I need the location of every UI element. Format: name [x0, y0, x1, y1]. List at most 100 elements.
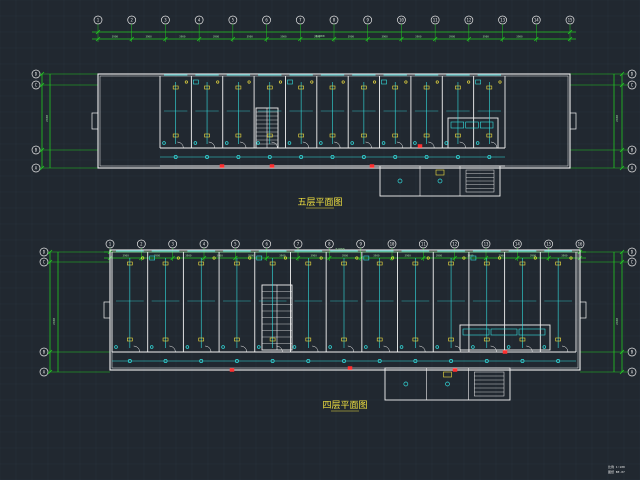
corner-note-line-2: 图纸 BE-07	[608, 469, 625, 474]
socket-outlet	[114, 345, 118, 349]
socket-outlet	[257, 345, 261, 349]
bay-dimension-text: 3900	[311, 254, 318, 258]
door-swing	[271, 141, 278, 149]
door-swing	[428, 141, 435, 149]
axis-label: 13	[484, 242, 489, 247]
axis-label: 6	[265, 242, 268, 247]
fourth-floor-left-dim-1: 2400	[52, 318, 56, 325]
socket-outlet	[471, 345, 475, 349]
highlight-marker	[269, 164, 275, 168]
axis-label: 6	[265, 18, 268, 23]
fifth-floor-right-dim-1: 2400	[615, 115, 619, 122]
door-swing	[334, 141, 341, 149]
bay-dimension-text: 3900	[436, 254, 443, 258]
fourth-floor-walls	[103, 249, 587, 401]
switch	[467, 80, 471, 84]
socket-outlet	[185, 345, 190, 349]
axis-label: 12	[452, 242, 457, 247]
axis-label: 11	[421, 242, 426, 247]
axis-label: 10	[399, 18, 404, 23]
bay-dimension-text: 3900	[405, 254, 412, 258]
axis-label: 9	[367, 18, 370, 23]
highlight-marker	[502, 350, 508, 354]
door-swing	[312, 345, 319, 353]
axis-label: 5	[232, 18, 235, 23]
axis-label: 7	[299, 18, 302, 23]
door-swing	[240, 345, 248, 353]
bay-dimension-text: 3900	[467, 254, 474, 258]
fourth-floor-title: 四层平面图	[322, 400, 367, 411]
bay-dimension-text: 3900	[561, 254, 568, 258]
left-axis-label: A	[35, 166, 38, 171]
toilet-fixture	[462, 328, 490, 336]
right-axis-label: D	[631, 250, 634, 255]
axis-label: 1	[109, 242, 112, 247]
right-axis-label: A	[631, 370, 634, 375]
axis-label: 1	[97, 18, 100, 23]
bay-dimension-text: 3900	[179, 35, 186, 39]
highlight-marker	[452, 368, 458, 372]
switch	[216, 80, 220, 84]
bay-dimension-text: 3900	[217, 254, 224, 258]
switch	[278, 80, 283, 84]
highlight-marker	[347, 366, 353, 370]
axis-label: 13	[500, 18, 505, 23]
door-swing	[526, 345, 533, 353]
door-swing	[302, 141, 310, 149]
toilet-fixture	[490, 328, 518, 336]
axis-label: 4	[198, 18, 201, 23]
cad-drawing-canvas: 1 2 3 4 5 6 7 8 9 10 11 12 13 14 153900 3900 3900 3900 390…	[0, 0, 640, 480]
bay-dimension-text: 3900	[373, 254, 380, 258]
fourth-floor-electrical-layout	[112, 255, 576, 397]
switch	[404, 80, 408, 84]
socket-outlet	[149, 345, 154, 349]
fourth-floor-plan: 1 2 3 4 5 6 7 8 9 10 11 12 13 14 15 163900 3900 3900 3900 3…	[39, 239, 637, 412]
axis-label: 4	[203, 242, 206, 247]
building-inner-outline	[111, 251, 579, 369]
door-swing	[383, 345, 390, 353]
right-axis-label: A	[631, 166, 634, 171]
toilet-fixture	[480, 121, 494, 129]
door-swing	[347, 345, 355, 353]
bay-dimension-text: 3900	[185, 254, 192, 258]
axis-label: 8	[333, 18, 336, 23]
highlight-marker	[417, 144, 423, 148]
axis-label: 14	[515, 242, 520, 247]
axis-label: 16	[578, 242, 583, 247]
door-swing	[459, 141, 466, 149]
socket-outlet	[328, 345, 332, 349]
door-swing	[365, 141, 372, 149]
axis-label: 2	[131, 18, 134, 23]
socket-outlet	[292, 345, 297, 349]
distribution-box	[287, 79, 293, 85]
door-swing	[177, 141, 184, 149]
bay-dimension-text: 3900	[123, 254, 130, 258]
background-grid	[0, 0, 640, 480]
bay-dimension-text: 3900	[516, 35, 523, 39]
axis-label: 3	[171, 242, 174, 247]
annex-panel	[443, 371, 452, 378]
axis-label: 5	[234, 242, 237, 247]
door-swing	[490, 345, 497, 353]
switch	[247, 80, 251, 84]
left-axis-label: C	[35, 83, 38, 88]
fifth-floor-title: 五层平面图	[297, 197, 342, 208]
highlight-marker	[219, 164, 225, 168]
axis-label: 3	[164, 18, 167, 23]
end-window-left	[91, 112, 99, 130]
fifth-floor-left-dim-1: 2400	[45, 115, 49, 122]
switch	[184, 80, 188, 84]
end-window-left	[103, 301, 111, 319]
door-swing	[133, 345, 140, 353]
switch	[372, 80, 377, 84]
axis-label: 7	[297, 242, 300, 247]
fourth-floor-right-dim-1: 2400	[615, 318, 619, 325]
socket-outlet	[364, 345, 368, 349]
door-swing	[561, 345, 569, 353]
bay-dimension-text: 3900	[145, 35, 152, 39]
bay-dimension-text: 3900	[483, 35, 490, 39]
right-axis-label: C	[631, 83, 634, 88]
building-outline	[97, 73, 571, 169]
bay-dimension-text: 3900	[415, 35, 422, 39]
fourth-floor-overall-dimension: 51000	[335, 247, 344, 251]
